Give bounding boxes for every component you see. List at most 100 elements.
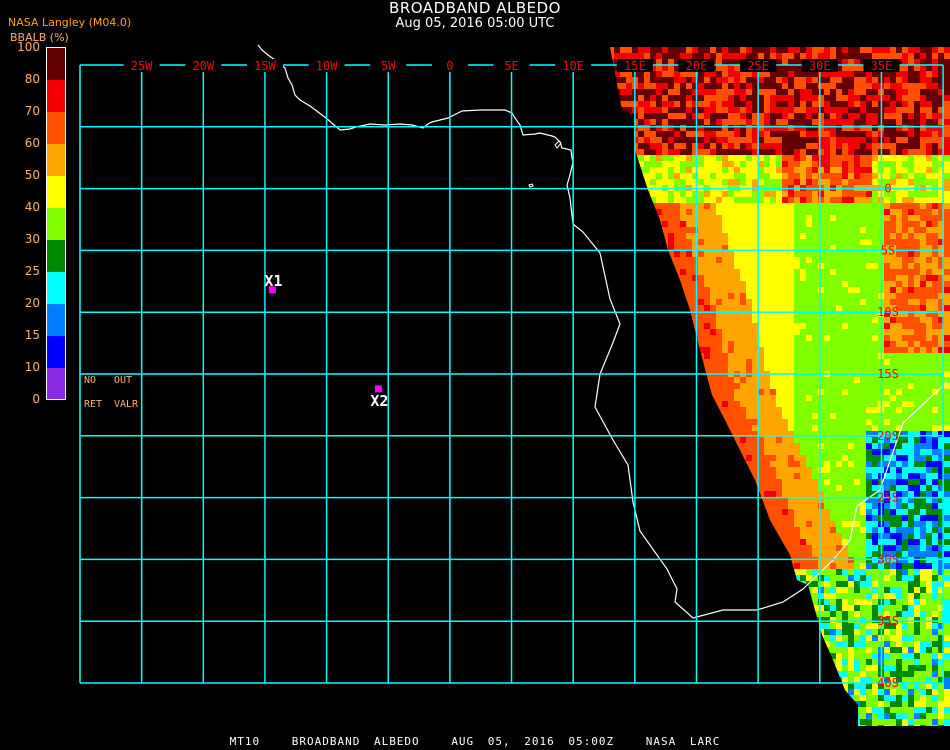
albedo-pixel [782, 95, 788, 101]
albedo-pixel [812, 251, 818, 257]
albedo-pixel [812, 407, 818, 413]
albedo-pixel [908, 143, 914, 149]
albedo-pixel [794, 227, 800, 233]
albedo-pixel [860, 221, 866, 227]
albedo-pixel [638, 203, 644, 209]
albedo-pixel [812, 125, 818, 131]
albedo-pixel [626, 515, 632, 521]
albedo-pixel [914, 479, 920, 485]
albedo-pixel [800, 485, 806, 491]
albedo-pixel [740, 197, 746, 203]
albedo-pixel [644, 299, 650, 305]
albedo-pixel [782, 263, 788, 269]
albedo-pixel [698, 341, 704, 347]
albedo-pixel [734, 77, 740, 83]
albedo-pixel [782, 71, 788, 77]
albedo-pixel [920, 95, 926, 101]
albedo-pixel [764, 533, 770, 539]
albedo-pixel [662, 299, 668, 305]
albedo-pixel [674, 239, 680, 245]
albedo-pixel [698, 365, 704, 371]
albedo-pixel [638, 239, 644, 245]
albedo-pixel [626, 545, 632, 551]
albedo-pixel [734, 425, 740, 431]
albedo-pixel [842, 533, 848, 539]
albedo-pixel [800, 521, 806, 527]
albedo-pixel [902, 533, 908, 539]
albedo-pixel [710, 299, 716, 305]
albedo-pixel [920, 281, 926, 287]
albedo-pixel [722, 263, 728, 269]
albedo-pixel [704, 263, 710, 269]
albedo-pixel [926, 77, 932, 83]
albedo-pixel [944, 101, 950, 107]
albedo-pixel [680, 425, 686, 431]
albedo-pixel [908, 275, 914, 281]
albedo-pixel [674, 353, 680, 359]
albedo-pixel [644, 521, 650, 527]
albedo-pixel [800, 527, 806, 533]
albedo-pixel [860, 449, 866, 455]
albedo-pixel [926, 179, 932, 185]
albedo-pixel [704, 383, 710, 389]
albedo-pixel [890, 203, 896, 209]
albedo-pixel [794, 215, 800, 221]
albedo-pixel [836, 107, 842, 113]
albedo-pixel [644, 389, 650, 395]
albedo-pixel [914, 389, 920, 395]
albedo-pixel [824, 377, 830, 383]
albedo-pixel [770, 425, 776, 431]
albedo-pixel [788, 143, 794, 149]
albedo-pixel [686, 401, 692, 407]
albedo-pixel [626, 389, 632, 395]
albedo-pixel [830, 155, 836, 161]
albedo-pixel [926, 233, 932, 239]
albedo-pixel [626, 449, 632, 455]
albedo-pixel [806, 491, 812, 497]
albedo-pixel [914, 53, 920, 59]
albedo-pixel [656, 191, 662, 197]
albedo-pixel [734, 71, 740, 77]
albedo-pixel [806, 539, 812, 545]
albedo-pixel [794, 221, 800, 227]
albedo-pixel [848, 131, 854, 137]
albedo-pixel [872, 533, 878, 539]
albedo-pixel [908, 293, 914, 299]
albedo-pixel [656, 305, 662, 311]
albedo-pixel [740, 107, 746, 113]
albedo-pixel [752, 347, 758, 353]
albedo-pixel [812, 455, 818, 461]
albedo-pixel [890, 389, 896, 395]
albedo-pixel [644, 467, 650, 473]
albedo-pixel [728, 275, 734, 281]
albedo-pixel [818, 545, 824, 551]
albedo-pixel [782, 329, 788, 335]
albedo-pixel [740, 425, 746, 431]
albedo-pixel [908, 167, 914, 173]
albedo-pixel [770, 125, 776, 131]
albedo-pixel [644, 335, 650, 341]
albedo-pixel [848, 113, 854, 119]
albedo-pixel [626, 287, 632, 293]
albedo-pixel [716, 407, 722, 413]
albedo-pixel [890, 101, 896, 107]
albedo-pixel [896, 299, 902, 305]
albedo-pixel [770, 461, 776, 467]
albedo-pixel [788, 263, 794, 269]
albedo-pixel [854, 203, 860, 209]
albedo-pixel [704, 515, 710, 521]
albedo-pixel [926, 227, 932, 233]
albedo-pixel [728, 539, 734, 545]
albedo-pixel [908, 101, 914, 107]
albedo-pixel [806, 239, 812, 245]
albedo-pixel [716, 341, 722, 347]
albedo-pixel [788, 509, 794, 515]
albedo-pixel [626, 347, 632, 353]
albedo-pixel [866, 515, 872, 521]
albedo-pixel [788, 293, 794, 299]
albedo-pixel [656, 47, 662, 53]
albedo-pixel [716, 65, 722, 71]
albedo-pixel [740, 275, 746, 281]
albedo-pixel [824, 407, 830, 413]
albedo-pixel [680, 191, 686, 197]
